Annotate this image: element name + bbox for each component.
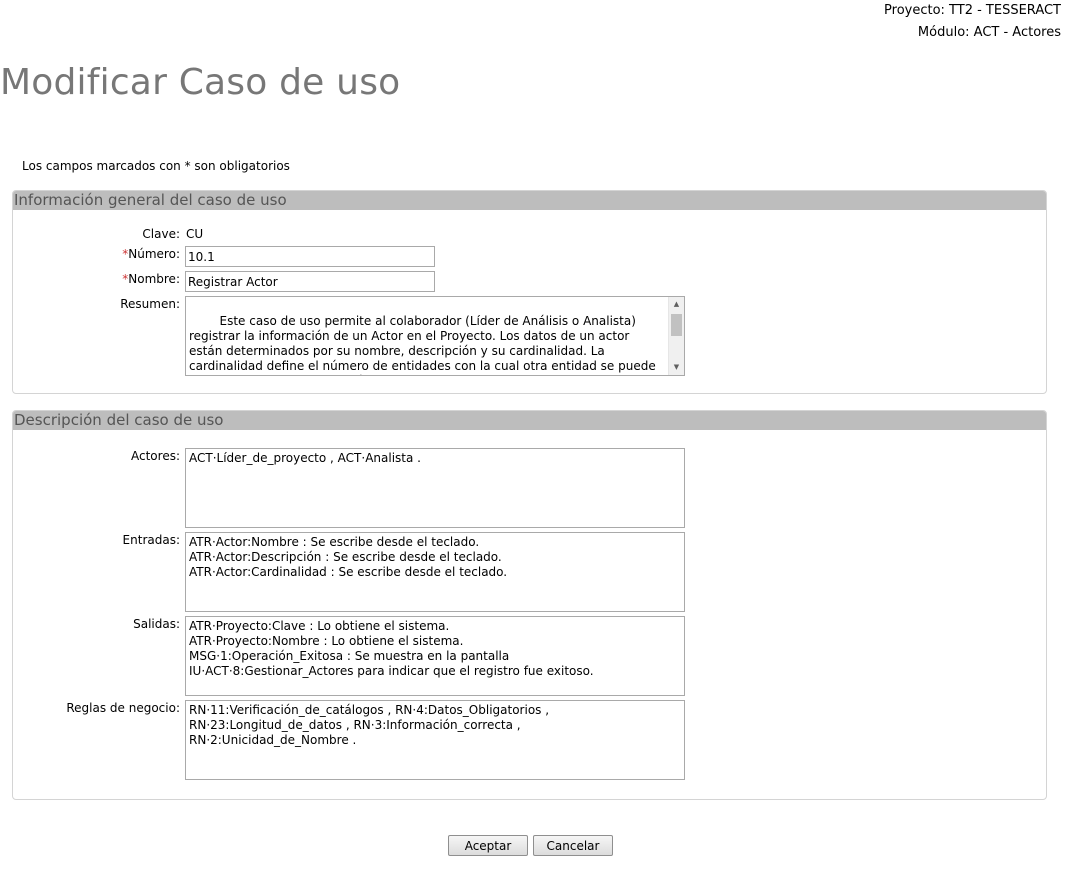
clave-value: CU: [186, 227, 204, 241]
reglas-label: Reglas de negocio:: [66, 701, 180, 715]
nombre-input[interactable]: Registrar Actor: [185, 271, 435, 292]
resumen-textarea[interactable]: Este caso de uso permite al colaborador …: [185, 296, 685, 376]
scroll-thumb[interactable]: [671, 314, 682, 336]
triangle-down-icon[interactable]: ▼: [669, 360, 684, 375]
page: Proyecto: TT2 - TESSERACT Módulo: ACT - …: [0, 0, 1080, 872]
salidas-textarea[interactable]: ATR·Proyecto:Clave : Lo obtiene el siste…: [185, 616, 685, 696]
resumen-text: Este caso de uso permite al colaborador …: [189, 314, 656, 375]
salidas-label: Salidas:: [133, 617, 180, 631]
resumen-scrollbar[interactable]: ▲ ▼: [668, 297, 684, 375]
page-title: Modificar Caso de uso: [0, 62, 401, 103]
nombre-label: *Nombre:: [122, 272, 180, 286]
description-header: Descripción del caso de uso: [13, 411, 1046, 430]
entradas-textarea[interactable]: ATR·Actor:Nombre : Se escribe desde el t…: [185, 532, 685, 612]
general-info-section: Información general del caso de uso Clav…: [12, 190, 1047, 394]
cancel-button[interactable]: Cancelar: [533, 835, 613, 856]
resumen-label: Resumen:: [120, 297, 180, 311]
module-name: Módulo: ACT - Actores: [917, 25, 1061, 40]
required-fields-note: Los campos marcados con * son obligatori…: [22, 159, 290, 173]
clave-label: Clave:: [142, 227, 180, 241]
project-info: Proyecto: TT2 - TESSERACT Módulo: ACT - …: [884, 0, 1061, 44]
actores-label: Actores:: [131, 449, 180, 463]
accept-button[interactable]: Aceptar: [448, 835, 528, 856]
description-section: Descripción del caso de uso Actores: ACT…: [12, 410, 1047, 800]
numero-input[interactable]: 10.1: [185, 246, 435, 267]
reglas-textarea[interactable]: RN·11:Verificación_de_catálogos , RN·4:D…: [185, 700, 685, 780]
project-name: Proyecto: TT2 - TESSERACT: [884, 3, 1061, 18]
actores-textarea[interactable]: ACT·Líder_de_proyecto , ACT·Analista .: [185, 448, 685, 528]
triangle-up-icon[interactable]: ▲: [669, 297, 684, 312]
general-info-header: Información general del caso de uso: [13, 191, 1046, 210]
numero-label: *Número:: [122, 247, 180, 261]
entradas-label: Entradas:: [122, 533, 180, 547]
